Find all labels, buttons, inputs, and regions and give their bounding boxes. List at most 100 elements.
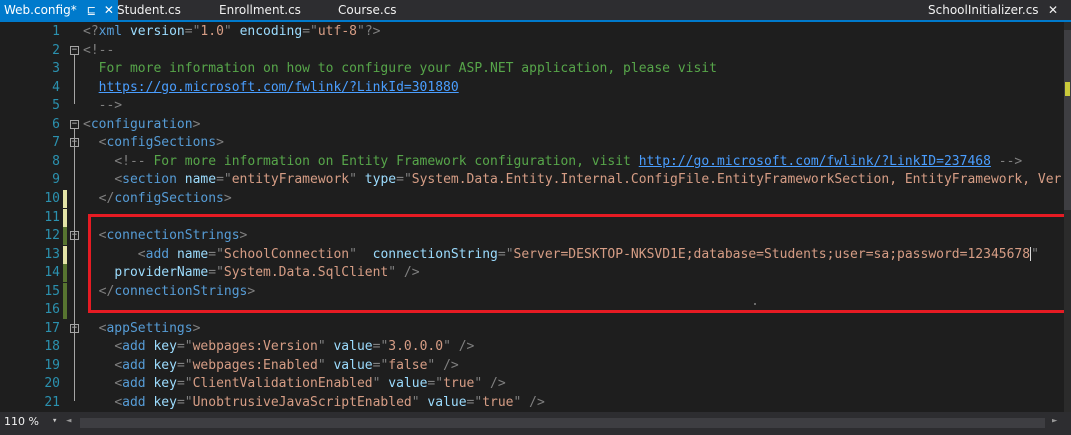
vertical-scrollbar[interactable] (1064, 22, 1071, 412)
code-token: xml (98, 24, 123, 39)
code-token: " (223, 24, 232, 39)
code-line[interactable]: 2− <!-- (0, 42, 1064, 60)
code-token: appSettings (106, 320, 193, 336)
code-line[interactable]: 3 For more information on how to configu… (0, 60, 1064, 78)
code-text: <add key="webpages:Version" value="3.0.0… (83, 338, 474, 356)
chevron-down-icon[interactable]: ▾ (52, 416, 57, 426)
change-bar (63, 245, 67, 264)
code-token: key (153, 339, 177, 355)
line-number: 13 (44, 246, 60, 262)
code-token: " (310, 24, 318, 39)
code-token: UnobtrusiveJavaScriptEnabled (192, 395, 412, 410)
tab-label: Enrollment.cs (219, 3, 301, 17)
collapse-icon[interactable]: − (70, 45, 79, 55)
code-line[interactable]: 10 </configSections> (0, 189, 1064, 208)
code-token: For more information on how to configure… (83, 61, 717, 77)
code-line[interactable]: 18 <add key="webpages:Version" value="3.… (0, 338, 1064, 356)
code-token: configuration (90, 116, 193, 132)
horizontal-scrollbar[interactable] (80, 418, 1045, 428)
code-token: < (114, 172, 123, 188)
hyperlink[interactable]: http://go.microsoft.com/fwlink/?LinkID=2… (639, 154, 991, 169)
code-token: add (122, 376, 146, 392)
vertical-scroll-thumb[interactable] (1064, 30, 1071, 210)
line-number: 16 (44, 302, 60, 318)
code-text: <!-- (83, 42, 114, 60)
code-text: <add key="UnobtrusiveJavaScriptEnabled" … (83, 394, 545, 412)
line-number: 17 (44, 320, 60, 336)
code-token: " (411, 395, 420, 410)
code-text: <?xml version="1.0" encoding="utf-8"?> (83, 23, 380, 41)
hyperlink[interactable]: https://go.microsoft.com/fwlink/?LinkId=… (99, 80, 459, 95)
line-number: 4 (52, 79, 60, 95)
change-bar (63, 301, 67, 320)
code-token: utf-8 (317, 24, 357, 39)
code-token: /> (529, 395, 545, 410)
line-number: 18 (44, 339, 60, 355)
code-line[interactable]: 4 https://go.microsoft.com/fwlink/?LinkI… (0, 79, 1064, 97)
tab-web-config[interactable]: Web.config* ⊑ ✕ (0, 0, 118, 20)
code-token: false (388, 357, 428, 373)
code-token: value (333, 357, 373, 373)
code-token: " (349, 172, 357, 188)
zoom-level[interactable]: 110 % (4, 415, 39, 428)
tab-enrollment-cs[interactable]: Enrollment.cs (219, 0, 301, 20)
close-icon[interactable]: ✕ (104, 0, 114, 20)
tab-student-cs[interactable]: Student.cs (117, 0, 181, 20)
code-line[interactable]: 8 <!-- For more information on Entity Fr… (0, 153, 1064, 171)
code-token: add (122, 395, 146, 410)
change-marker (1065, 82, 1070, 96)
line-number: 21 (44, 395, 60, 410)
document-tab-bar: Web.config* ⊑ ✕ Student.cs Enrollment.cs C… (0, 0, 1071, 20)
code-line[interactable]: 21 <add key="UnobtrusiveJavaScriptEnable… (0, 394, 1064, 412)
code-line[interactable]: 5 --> (0, 97, 1064, 115)
code-text: <appSettings> (83, 320, 201, 338)
line-number: 12 (44, 228, 60, 244)
code-token: < (83, 116, 91, 132)
code-token: name (184, 172, 217, 188)
highlight-box (88, 214, 1067, 313)
code-line[interactable]: 6− <configuration> (0, 116, 1064, 134)
code-line[interactable]: 17− <appSettings> (0, 320, 1064, 338)
code-token: > (192, 320, 201, 336)
tab-course-cs[interactable]: Course.cs (338, 0, 397, 20)
code-token: webpages:Enabled (192, 357, 318, 373)
code-token: " (184, 339, 193, 355)
fold-guide (74, 240, 75, 309)
collapse-icon[interactable]: − (70, 119, 79, 129)
code-token: = (176, 357, 185, 373)
code-line[interactable]: 7− <configSections> (0, 134, 1064, 152)
code-token: = (184, 24, 193, 39)
line-number: 7 (52, 135, 60, 151)
code-token: webpages:Version (192, 339, 318, 355)
scroll-left-icon[interactable]: ◄ (66, 416, 71, 426)
code-token: > (216, 135, 224, 151)
code-line[interactable]: 19 <add key="webpages:Enabled" value="fa… (0, 357, 1064, 375)
fold-guide (74, 54, 75, 105)
code-token: " (184, 357, 193, 373)
change-bar (63, 189, 67, 208)
code-token: = (176, 395, 185, 410)
code-line[interactable]: 1 <?xml version="1.0" encoding="utf-8"?> (0, 23, 1064, 41)
code-token: " (184, 395, 193, 410)
line-number: 19 (44, 357, 60, 373)
tab-schoolinitializer-cs[interactable]: SchoolInitializer.cs (928, 0, 1039, 20)
code-token: " (184, 376, 193, 392)
scroll-right-icon[interactable]: ► (1052, 416, 1057, 426)
fold-guide (74, 147, 75, 197)
stray-dot (754, 303, 756, 305)
code-text: --> (83, 97, 123, 115)
close-icon[interactable]: ✕ (1048, 0, 1058, 20)
code-line[interactable]: 9 <section name="entityFramework" type="… (0, 171, 1064, 189)
code-line[interactable]: 20 <add key="ClientValidationEnabled" va… (0, 375, 1064, 393)
pin-icon[interactable]: ⊑ (87, 1, 96, 21)
line-number: 3 (52, 61, 60, 77)
